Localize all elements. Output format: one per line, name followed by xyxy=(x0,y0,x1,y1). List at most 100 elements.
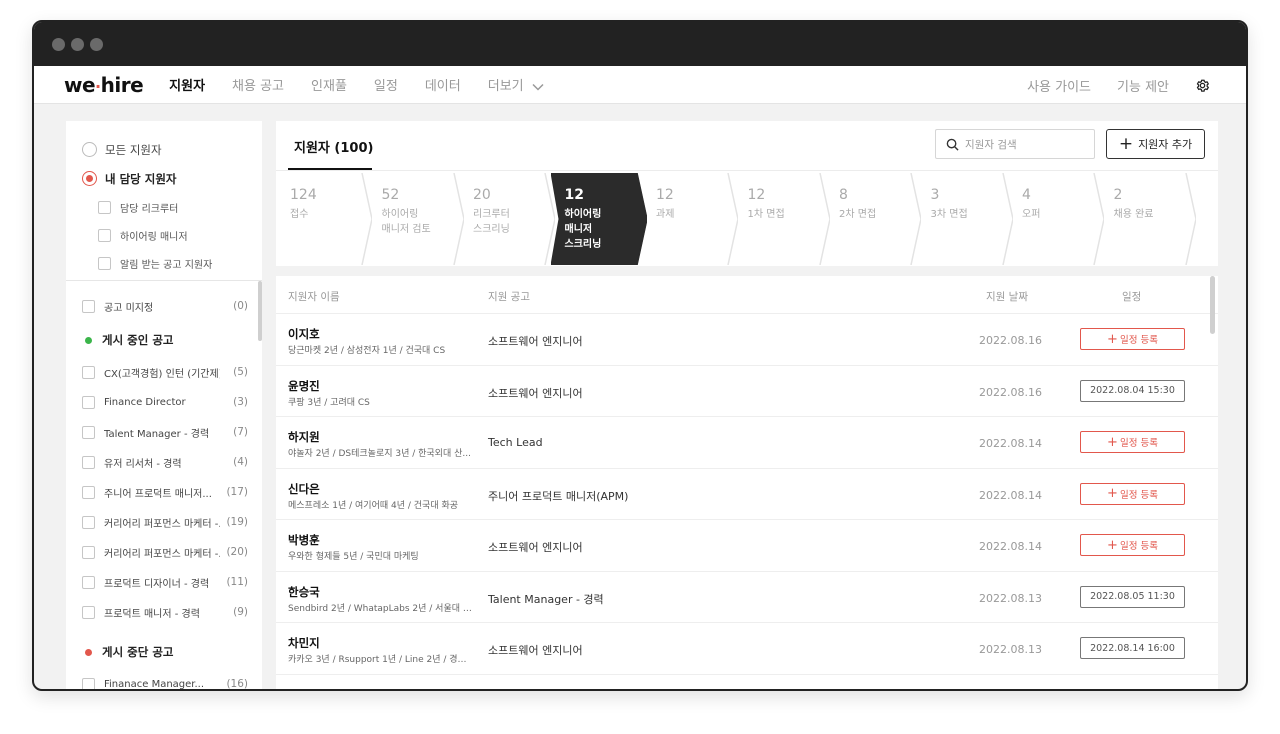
stage-label: 하이어링 매니저 검토 xyxy=(381,209,431,235)
wehire-logo[interactable]: we·hire xyxy=(64,73,144,97)
tab-applicants[interactable]: 지원자 (100) xyxy=(294,137,373,156)
job-item[interactable]: 커리어리 퍼포먼스 마케터 -... (20) xyxy=(82,537,248,567)
checkbox[interactable] xyxy=(82,299,95,313)
job-item-unassigned[interactable]: 공고 미지정 (0) xyxy=(82,291,248,321)
nav-item-feedback[interactable]: 기능 제안 xyxy=(1117,76,1169,95)
pipeline-stage[interactable]: 12 1차 면접 xyxy=(733,173,830,265)
search-input[interactable]: 지원자 검색 xyxy=(935,129,1095,159)
add-applicant-button[interactable]: + 지원자 추가 xyxy=(1106,129,1205,159)
nav-item-data[interactable]: 데이터 xyxy=(425,75,461,94)
applicant-name[interactable]: 박병훈 xyxy=(288,532,320,548)
table-row[interactable]: 신다은 메스프레소 1년 / 여기어때 4년 / 건국대 화공 주니어 프로덕트 매… xyxy=(276,469,1218,520)
applicant-name[interactable]: 차민지 xyxy=(288,635,320,651)
register-schedule-button[interactable]: + 일정 등록 xyxy=(1080,534,1185,556)
pipeline-stage[interactable]: 12 하이어링 매니저 스크리닝 xyxy=(550,173,647,265)
register-schedule-button[interactable] xyxy=(1080,688,1185,689)
window-dot-close[interactable] xyxy=(52,37,65,51)
job-item[interactable]: 주니어 프로덕트 매니저... (17) xyxy=(82,477,248,507)
window-dot-minimize[interactable] xyxy=(71,37,84,51)
checkbox[interactable] xyxy=(82,605,95,619)
pipeline-stage[interactable]: 12 과제 xyxy=(642,173,738,265)
nav-item-schedule[interactable]: 일정 xyxy=(374,75,398,94)
job-count: (4) xyxy=(233,456,248,468)
group-label: 게시 중인 공고 xyxy=(102,333,174,347)
schedule-badge[interactable]: 2022.08.05 11:30 xyxy=(1080,585,1185,608)
job-label: 프로덕트 매니저 - 경력 xyxy=(104,608,200,620)
applicant-name[interactable]: 하지원 xyxy=(288,429,320,445)
job-item[interactable]: 프로덕트 디자이너 - 경력 (11) xyxy=(82,567,248,597)
filter-my-applicants[interactable]: 내 담당 지원자 xyxy=(82,164,262,193)
table-row[interactable]: 한승국 Sendbird 2년 / WhatapLabs 2년 / 서울대 EE T… xyxy=(276,572,1218,623)
nav-item-jobs[interactable]: 채용 공고 xyxy=(232,75,284,94)
applicant-name[interactable]: 한승국 xyxy=(288,584,320,600)
nav-item-applicants[interactable]: 지원자 xyxy=(169,75,205,94)
job-label: 유저 리서처 - 경력 xyxy=(104,458,182,470)
checkbox[interactable] xyxy=(98,200,111,214)
stage-label: 하이어링 매니저 스크리닝 xyxy=(564,209,602,250)
pipeline-stage[interactable]: 3 3차 면접 xyxy=(916,173,1013,265)
job-item[interactable]: Finance Director (3) xyxy=(82,387,248,417)
nav-item-guide[interactable]: 사용 가이드 xyxy=(1027,76,1091,95)
schedule-badge[interactable]: 2022.08.14 16:00 xyxy=(1080,637,1185,659)
subfilter-recruiter[interactable]: 담당 리크루터 xyxy=(82,193,262,221)
job-item[interactable]: 프로덕트 매니저 - 경력 (9) xyxy=(82,597,248,627)
pipeline-stage[interactable]: 4 오퍼 xyxy=(1008,173,1104,265)
sidebar-scrollbar[interactable] xyxy=(258,281,262,341)
register-schedule-button[interactable]: + 일정 등록 xyxy=(1080,431,1185,453)
table-row[interactable]: 송명희 xyxy=(276,675,1218,690)
applicant-name[interactable]: 윤명진 xyxy=(288,378,320,394)
table-scrollbar[interactable] xyxy=(1210,276,1215,334)
checkbox[interactable] xyxy=(82,545,95,559)
pipeline-stage[interactable]: 52 하이어링 매니저 검토 xyxy=(367,173,464,265)
checkbox[interactable] xyxy=(82,455,95,469)
plus-icon: + xyxy=(1107,434,1118,450)
checkbox[interactable] xyxy=(82,425,95,439)
table-row[interactable]: 이지호 당근마켓 2년 / 삼성전자 1년 / 건국대 CS 소프트웨어 엔지니어 2… xyxy=(276,314,1218,366)
job-label: Finance Director xyxy=(104,396,186,408)
applicant-career: 메스프레소 1년 / 여기어때 4년 / 건국대 화공 xyxy=(288,500,459,511)
job-item[interactable]: CX(고객경험) 인턴 (기간제)... (5) xyxy=(82,357,248,387)
col-applicant-name[interactable]: 지원자 이름 xyxy=(288,289,340,304)
checkbox[interactable] xyxy=(82,395,95,409)
filter-all-applicants[interactable]: 모든 지원자 xyxy=(82,135,262,164)
schedule-label: 일정 등록 xyxy=(1119,541,1158,552)
checkbox[interactable] xyxy=(82,365,95,379)
checkbox[interactable] xyxy=(82,485,95,499)
applicant-name[interactable]: 송명희 xyxy=(288,687,320,690)
table-row[interactable]: 하지원 야놀자 2년 / DS테크놀로지 3년 / 한국외대 산... Tech L… xyxy=(276,417,1218,469)
nav-item-more[interactable]: 더보기 xyxy=(488,75,544,94)
nav-item-talent-pool[interactable]: 인재풀 xyxy=(311,75,347,94)
col-schedule[interactable]: 일정 xyxy=(1122,289,1141,304)
applicant-name[interactable]: 신다은 xyxy=(288,481,320,497)
pipeline-stage[interactable]: 20 리크루터 스크리닝 xyxy=(459,173,555,265)
checkbox[interactable] xyxy=(82,515,95,529)
job-item[interactable]: 유저 리서처 - 경력 (4) xyxy=(82,447,248,477)
pipeline-stage[interactable]: 8 2차 면접 xyxy=(825,173,921,265)
job-item[interactable]: Finanace Manager... (16) xyxy=(82,669,248,689)
subfilter-hiring-manager[interactable]: 하이어링 매니저 xyxy=(82,221,262,249)
col-date[interactable]: 지원 날짜 xyxy=(986,289,1028,304)
table-row[interactable]: 차민지 카카오 3년 / Rsupport 1년 / Line 2년 / 경원..… xyxy=(276,623,1218,675)
table-row[interactable]: 윤명진 쿠팡 3년 / 고려대 CS 소프트웨어 엔지니어 2022.08.16 202… xyxy=(276,366,1218,417)
live-status-dot xyxy=(85,336,92,344)
register-schedule-button[interactable]: + 일정 등록 xyxy=(1080,482,1185,505)
pipeline-stage[interactable]: 2 채용 완료 xyxy=(1099,173,1196,265)
schedule-badge[interactable]: 2022.08.04 15:30 xyxy=(1080,379,1185,402)
checkbox[interactable] xyxy=(98,228,111,242)
register-schedule-button[interactable]: + 일정 등록 xyxy=(1080,328,1185,350)
gear-icon[interactable] xyxy=(1195,78,1210,93)
job-item[interactable]: 커리어리 퍼포먼스 마케터 -... (19) xyxy=(82,507,248,537)
checkbox[interactable] xyxy=(82,575,95,589)
subfilter-notified[interactable]: 알림 받는 공고 지원자 xyxy=(82,249,262,277)
radio-selected-icon[interactable] xyxy=(82,171,97,186)
col-job[interactable]: 지원 공고 xyxy=(488,289,530,304)
checkbox[interactable] xyxy=(82,677,95,689)
applicant-name[interactable]: 이지호 xyxy=(288,326,320,342)
pipeline-stage[interactable]: 124 접수 xyxy=(276,173,372,265)
checkbox[interactable] xyxy=(98,256,111,270)
applied-job: Tech Lead xyxy=(488,436,543,449)
radio-icon[interactable] xyxy=(82,142,97,157)
table-row[interactable]: 박병훈 우와한 형제들 5년 / 국민대 마케팅 소프트웨어 엔지니어 2022.08… xyxy=(276,520,1218,572)
job-item[interactable]: Talent Manager - 경력 (7) xyxy=(82,417,248,447)
window-dot-maximize[interactable] xyxy=(90,37,103,51)
